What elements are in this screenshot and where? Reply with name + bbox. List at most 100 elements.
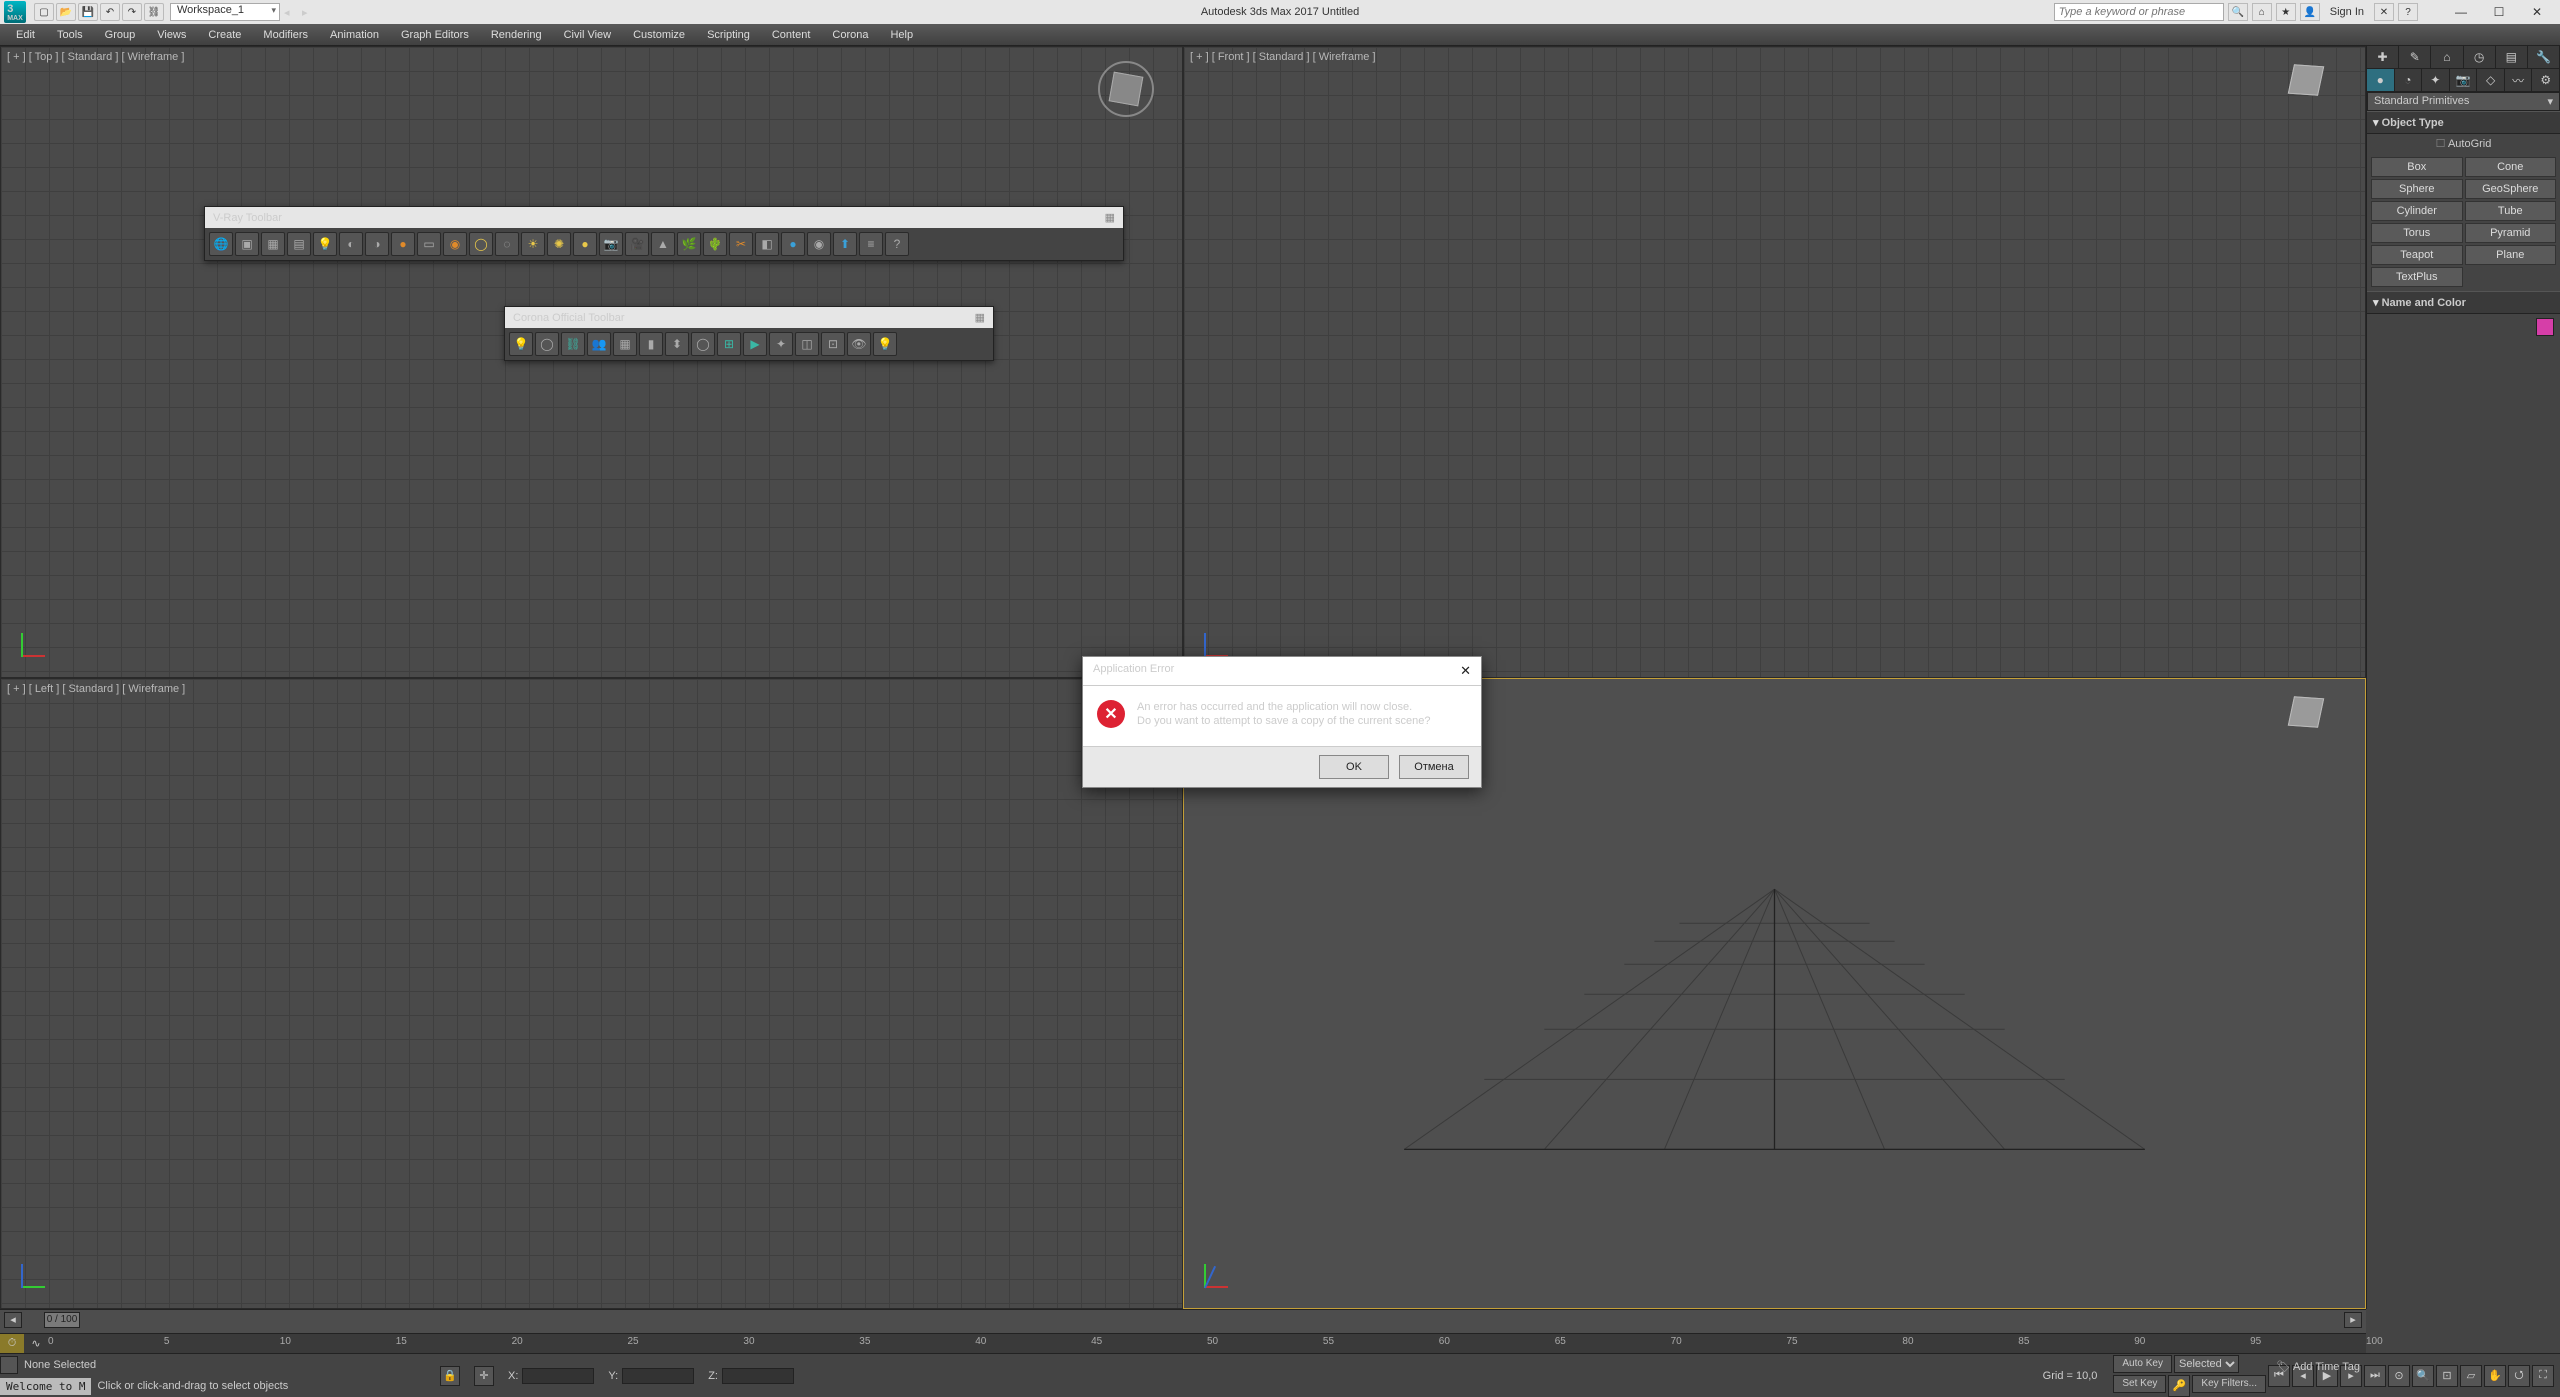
error-dialog-header[interactable]: Application Error ✕	[1083, 657, 1481, 686]
vray-globe-icon[interactable]: 🌐	[209, 232, 233, 256]
keyfilters-button[interactable]: Key Filters...	[2192, 1375, 2266, 1393]
vray-toolbar[interactable]: V-Ray Toolbar ▦ 🌐 ▣ ▦ ▤ 💡 ◐ ◑ ● ▭ ◉ ◯ ◌ …	[204, 206, 1124, 261]
autokey-button[interactable]: Auto Key	[2113, 1355, 2172, 1373]
viewport-top-label[interactable]: [ + ] [ Top ] [ Standard ] [ Wireframe ]	[7, 51, 184, 63]
vray-sphere-light-icon[interactable]: ●	[391, 232, 415, 256]
menu-customize[interactable]: Customize	[623, 27, 695, 43]
subtab-helpers[interactable]: ◇	[2477, 69, 2505, 91]
autogrid-checkbox[interactable]: ☐ AutoGrid	[2367, 134, 2560, 153]
subtab-lights[interactable]: ✦	[2422, 69, 2450, 91]
track-right-bracket[interactable]: ▸	[2344, 1312, 2362, 1328]
binoculars-icon[interactable]: 🔍	[2228, 3, 2248, 21]
z-input[interactable]	[722, 1368, 794, 1384]
link-icon[interactable]: ⛓	[144, 3, 164, 21]
prim-textplus[interactable]: TextPlus	[2371, 267, 2463, 287]
favourites-icon[interactable]: ★	[2276, 3, 2296, 21]
goto-end-icon[interactable]: ⏭	[2364, 1365, 2386, 1387]
tab-display[interactable]: ▤	[2496, 46, 2528, 68]
corona-light-icon[interactable]: 💡	[509, 332, 533, 356]
lock-selection-icon[interactable]: 🔒	[440, 1366, 460, 1386]
vray-env-icon[interactable]: ●	[573, 232, 597, 256]
pan-icon[interactable]: ✋	[2484, 1365, 2506, 1387]
corona-help-icon[interactable]: 💡	[873, 332, 897, 356]
corona-distributed-icon[interactable]: ⊞	[717, 332, 741, 356]
app-logo[interactable]: 3MAX	[4, 1, 26, 23]
corona-lister-icon[interactable]: ✦	[769, 332, 793, 356]
prim-box[interactable]: Box	[2371, 157, 2463, 177]
cancel-button[interactable]: Отмена	[1399, 755, 1469, 779]
prim-tube[interactable]: Tube	[2465, 201, 2557, 221]
corona-toolbar[interactable]: Corona Official Toolbar ▦ 💡 ◯ ⛓ 👥 ▦ ▮ ⬍ …	[504, 306, 994, 361]
maximize-button[interactable]: ☐	[2480, 1, 2518, 23]
viewcube[interactable]	[2291, 697, 2335, 741]
vray-metaball-icon[interactable]: ◉	[807, 232, 831, 256]
corona-render-icon[interactable]: ◯	[691, 332, 715, 356]
vray-framebuffer-icon[interactable]: ▣	[235, 232, 259, 256]
vray-toolbar-header[interactable]: V-Ray Toolbar ▦	[205, 207, 1123, 228]
subtab-systems[interactable]: ⚙	[2532, 69, 2560, 91]
menu-civil-view[interactable]: Civil View	[554, 27, 621, 43]
open-icon[interactable]: 📂	[56, 3, 76, 21]
prim-sphere[interactable]: Sphere	[2371, 179, 2463, 199]
new-icon[interactable]: ▢	[34, 3, 54, 21]
viewport-left-label[interactable]: [ + ] [ Left ] [ Standard ] [ Wireframe …	[7, 683, 185, 695]
prim-plane[interactable]: Plane	[2465, 245, 2557, 265]
vray-lister-icon[interactable]: ≡	[859, 232, 883, 256]
menu-create[interactable]: Create	[198, 27, 251, 43]
subtab-cameras[interactable]: 📷	[2450, 69, 2478, 91]
viewport-top[interactable]: [ + ] [ Top ] [ Standard ] [ Wireframe ]	[0, 46, 1183, 678]
absolute-mode-icon[interactable]: ✛	[474, 1366, 494, 1386]
subscription-icon[interactable]: ⌂	[2252, 3, 2272, 21]
menu-modifiers[interactable]: Modifiers	[253, 27, 318, 43]
time-slider[interactable]: 0 / 100	[44, 1312, 80, 1328]
search-input[interactable]	[2054, 3, 2224, 21]
maximize-viewport-icon[interactable]: ⛶	[2532, 1365, 2554, 1387]
redo-icon[interactable]: ↷	[122, 3, 142, 21]
prim-torus[interactable]: Torus	[2371, 223, 2463, 243]
y-input[interactable]	[622, 1368, 694, 1384]
name-color-rollout[interactable]: ▾ Name and Color	[2367, 291, 2560, 314]
vray-ambient-icon[interactable]: ◌	[495, 232, 519, 256]
menu-scripting[interactable]: Scripting	[697, 27, 760, 43]
menu-content[interactable]: Content	[762, 27, 821, 43]
vray-dome-icon[interactable]: ◐	[339, 232, 363, 256]
menu-group[interactable]: Group	[95, 27, 146, 43]
corona-converter-icon[interactable]: ⬍	[665, 332, 689, 356]
tab-modify[interactable]: ✎	[2399, 46, 2431, 68]
sign-in-label[interactable]: Sign In	[2330, 6, 2364, 18]
orbit-icon[interactable]: ⭯	[2508, 1365, 2530, 1387]
vray-sphere-icon[interactable]: ●	[781, 232, 805, 256]
menu-graph-editors[interactable]: Graph Editors	[391, 27, 479, 43]
timeline-config-icon[interactable]: ⏱	[0, 1334, 24, 1353]
menu-tools[interactable]: Tools	[47, 27, 93, 43]
timeline-curve-icon[interactable]: ∿	[24, 1334, 48, 1353]
undo-icon[interactable]: ↶	[100, 3, 120, 21]
track-left-bracket[interactable]: ◂	[4, 1312, 22, 1328]
timeline-ruler[interactable]: ⏱ ∿ 051015202530354045505560657075808590…	[0, 1333, 2366, 1353]
menu-animation[interactable]: Animation	[320, 27, 389, 43]
setkey-button[interactable]: Set Key	[2113, 1375, 2166, 1393]
viewcube[interactable]	[1098, 61, 1154, 117]
tab-motion[interactable]: ◷	[2464, 46, 2496, 68]
maxscript-lock-icon[interactable]	[0, 1356, 18, 1374]
tab-hierarchy[interactable]: ⌂	[2431, 46, 2463, 68]
vray-fur-icon[interactable]: 🌿	[677, 232, 701, 256]
save-icon[interactable]: 💾	[78, 3, 98, 21]
vray-disc-icon[interactable]: ◯	[469, 232, 493, 256]
ok-button[interactable]: OK	[1319, 755, 1389, 779]
corona-colorpicker-icon[interactable]: ⊡	[821, 332, 845, 356]
key-mode-select[interactable]: Selected	[2174, 1355, 2239, 1373]
corona-show-icon[interactable]: 👁	[847, 332, 871, 356]
vray-rt-icon[interactable]: ▤	[287, 232, 311, 256]
corona-vfb-icon[interactable]: ▮	[639, 332, 663, 356]
vray-camera-icon[interactable]: 📷	[599, 232, 623, 256]
vray-proxy-icon[interactable]: ▲	[651, 232, 675, 256]
workspace-selector[interactable]: Workspace_1	[170, 3, 280, 21]
prim-cylinder[interactable]: Cylinder	[2371, 201, 2463, 221]
subtab-spacewarps[interactable]: 〰	[2505, 69, 2533, 91]
vray-render-icon[interactable]: ▦	[261, 232, 285, 256]
vray-light-icon[interactable]: 💡	[313, 232, 337, 256]
menu-edit[interactable]: Edit	[6, 27, 45, 43]
tab-utilities[interactable]: 🔧	[2528, 46, 2560, 68]
object-type-rollout[interactable]: ▾ Object Type	[2367, 111, 2560, 134]
